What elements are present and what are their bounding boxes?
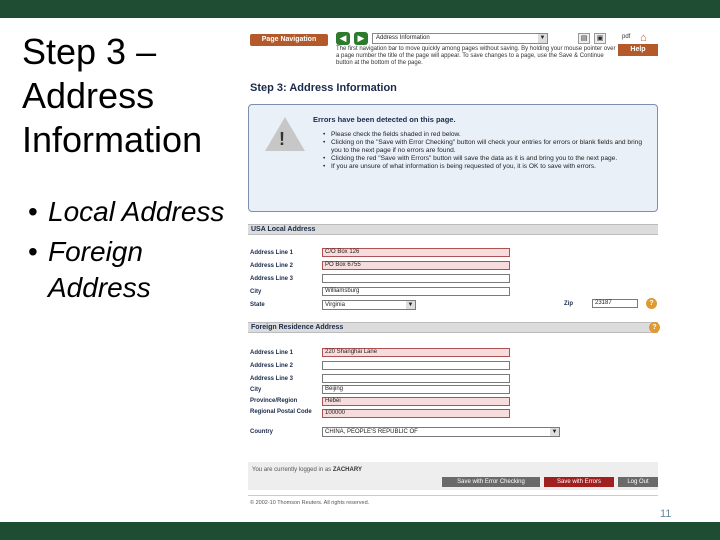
usa-address-line-3-input[interactable] xyxy=(322,274,510,283)
field-label: Address Line 1 xyxy=(250,250,294,256)
home-icon[interactable]: ⌂ xyxy=(640,32,647,44)
page-title: Step 3: Address Information xyxy=(250,82,397,94)
zip-input[interactable]: 23187 xyxy=(592,299,638,308)
page-navigation-bar: Page Navigation ◀ ▶ Address Information … xyxy=(248,30,660,70)
usa-address-section-header: USA Local Address xyxy=(248,224,658,235)
copyright-text: © 2002-10 Thomson Reuters. All rights re… xyxy=(250,500,370,506)
warning-icon xyxy=(265,117,305,151)
usa-address-line-1-input[interactable]: C/O Box 126 xyxy=(322,248,510,257)
error-item: If you are unsure of what information is… xyxy=(323,163,643,171)
navigation-help-text: The first navigation bar to move quickly… xyxy=(336,46,616,66)
field-label: Address Line 2 xyxy=(250,263,294,269)
foreign-province-input[interactable]: Hebei xyxy=(322,397,510,406)
field-label: Address Line 1 xyxy=(250,350,294,356)
field-label: Province/Region xyxy=(250,398,298,404)
foreign-address-line-3-input[interactable] xyxy=(322,374,510,383)
help-button[interactable]: Help xyxy=(618,44,658,56)
save-with-errors-button[interactable]: Save with Errors xyxy=(544,477,614,487)
bullet-dot: • xyxy=(28,196,38,227)
chevron-down-icon: ▼ xyxy=(538,34,547,43)
field-label: Address Line 2 xyxy=(250,363,294,369)
field-label: Country xyxy=(250,429,273,435)
back-arrow-icon[interactable]: ◀ xyxy=(336,32,350,45)
error-title: Errors have been detected on this page. xyxy=(313,115,456,124)
country-select[interactable]: CHINA, PEOPLE'S REPUBLIC OF ▼ xyxy=(322,427,560,437)
logged-in-prefix: You are currently logged in as xyxy=(252,467,332,473)
footer-action-bar: You are currently logged in as ZACHARY S… xyxy=(248,462,658,490)
foreign-address-line-1-input[interactable]: 220 Shanghai Lane xyxy=(322,348,510,357)
help-icon[interactable]: ? xyxy=(649,322,660,333)
top-bar xyxy=(0,0,720,18)
zip-label: Zip xyxy=(564,301,573,307)
foreign-city-input[interactable]: Beijing xyxy=(322,385,510,394)
bullet-text: Local Address xyxy=(48,196,225,227)
forward-arrow-icon[interactable]: ▶ xyxy=(354,32,368,45)
usa-city-input[interactable]: Williamsburg xyxy=(322,287,510,296)
bottom-bar xyxy=(0,522,720,540)
title-line-3: Information xyxy=(22,119,203,160)
field-label: State xyxy=(250,302,265,308)
page-navigation-button[interactable]: Page Navigation xyxy=(250,34,328,46)
pdf-icon[interactable]: pdf xyxy=(622,34,630,40)
country-select-value: CHINA, PEOPLE'S REPUBLIC OF xyxy=(325,429,418,435)
print-icon[interactable]: ▤ xyxy=(578,33,590,44)
section-title: Foreign Residence Address xyxy=(251,324,344,331)
title-line-1: Step 3 – xyxy=(22,31,157,72)
error-list: Please check the fields shaded in red be… xyxy=(323,131,643,171)
warning-icon-mark: ! xyxy=(279,129,285,149)
foreign-address-line-2-input[interactable] xyxy=(322,361,510,370)
log-out-button[interactable]: Log Out xyxy=(618,477,658,487)
logged-in-user: ZACHARY xyxy=(332,467,362,473)
bullet-item: • Foreign Address xyxy=(28,234,228,306)
application-screenshot: Page Navigation ◀ ▶ Address Information … xyxy=(248,18,660,518)
divider xyxy=(248,495,658,496)
error-item: Clicking on the "Save with Error Checkin… xyxy=(323,139,643,155)
page-select[interactable]: Address Information ▼ xyxy=(372,33,548,44)
bullet-list: • Local Address • Foreign Address xyxy=(28,194,228,310)
field-label: Address Line 3 xyxy=(250,276,294,282)
save-with-error-checking-button[interactable]: Save with Error Checking xyxy=(442,477,540,487)
help-icon[interactable]: ? xyxy=(646,298,657,309)
slide-number: 11 xyxy=(660,508,672,520)
title-line-2: Address xyxy=(22,75,155,116)
chevron-down-icon: ▼ xyxy=(406,301,415,309)
field-label: Address Line 3 xyxy=(250,376,294,382)
bullet-text: Foreign Address xyxy=(48,236,151,303)
save-icon[interactable]: ▣ xyxy=(594,33,606,44)
error-item: Please check the fields shaded in red be… xyxy=(323,131,643,139)
bullet-dot: • xyxy=(28,236,38,267)
field-label: Regional Postal Code xyxy=(250,409,312,415)
foreign-address-section-header: Foreign Residence Address ? xyxy=(248,322,660,333)
usa-address-line-2-input[interactable]: PO Box 6755 xyxy=(322,261,510,270)
page-select-value: Address Information xyxy=(376,35,430,41)
section-title: USA Local Address xyxy=(251,226,316,233)
field-label: City xyxy=(250,289,262,295)
field-label: City xyxy=(250,387,262,393)
error-message-box: ! Errors have been detected on this page… xyxy=(248,104,658,212)
foreign-postal-code-input[interactable]: 100000 xyxy=(322,409,510,418)
chevron-down-icon: ▼ xyxy=(550,428,559,436)
logged-in-status: You are currently logged in as ZACHARY xyxy=(252,467,362,473)
usa-state-select[interactable]: Virginia ▼ xyxy=(322,300,416,310)
slide-title: Step 3 – Address Information xyxy=(22,30,237,162)
error-item: Clicking the red "Save with Errors" butt… xyxy=(323,155,643,163)
state-select-value: Virginia xyxy=(325,302,345,308)
bullet-item: • Local Address xyxy=(28,194,228,230)
